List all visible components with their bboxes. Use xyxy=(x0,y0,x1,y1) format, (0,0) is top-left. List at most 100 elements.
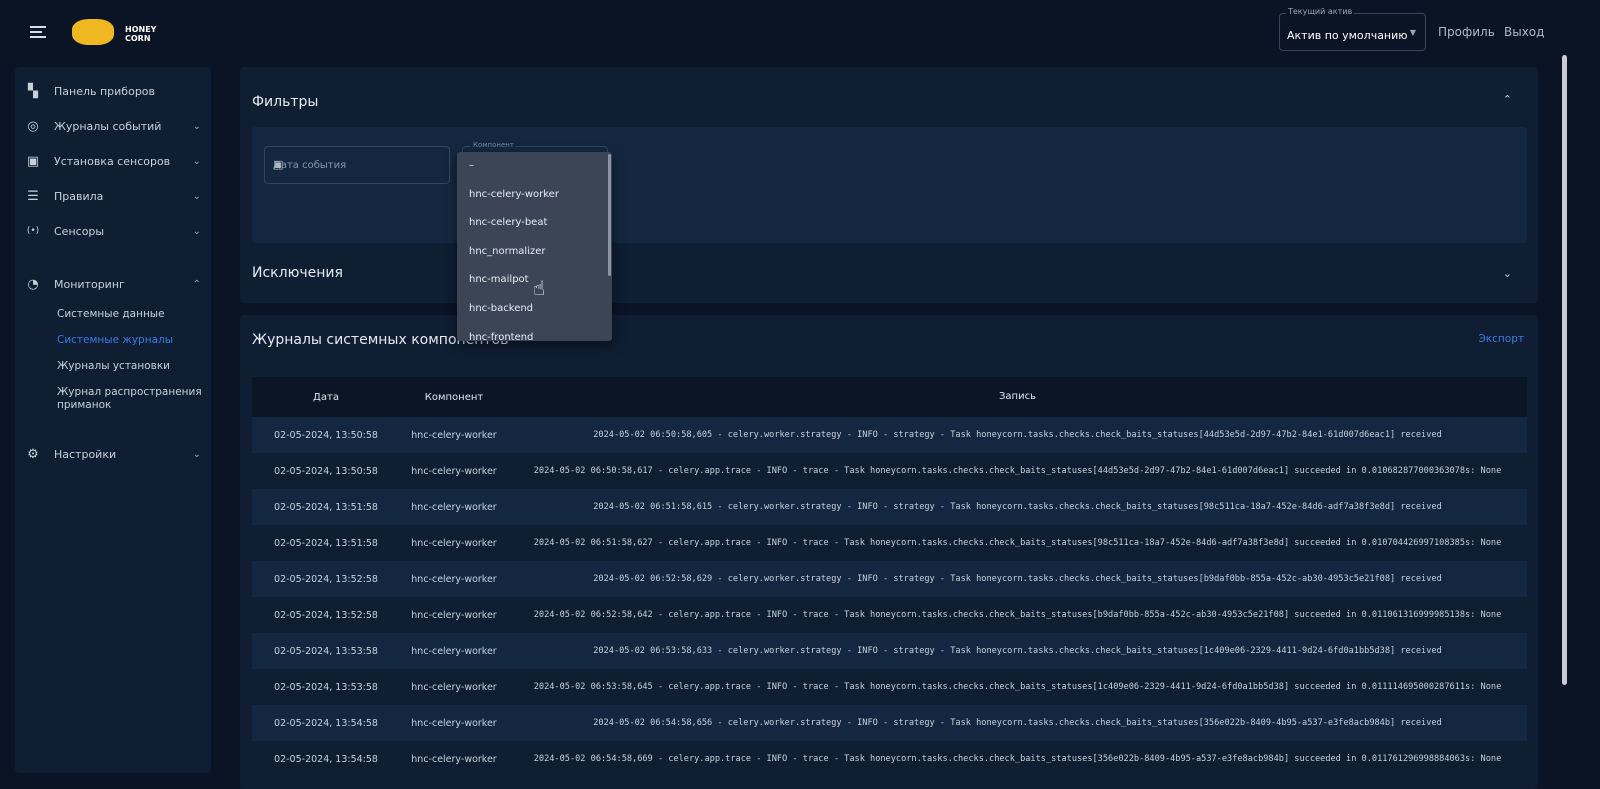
cell-component: hnc-celery-worker xyxy=(411,429,497,441)
page-scrollbar[interactable] xyxy=(1562,55,1567,685)
sidebar-sub-system-data[interactable]: Системные данные xyxy=(57,308,207,321)
chevron-down-icon: ⌄ xyxy=(192,155,201,167)
table-header: Дата Компонент Запись xyxy=(252,377,1527,417)
dropdown-option[interactable]: – xyxy=(457,152,612,181)
sidebar-item-monitoring[interactable]: ◔ Мониторинг ⌃ xyxy=(25,269,211,299)
logout-link[interactable]: Выход xyxy=(1504,25,1544,39)
column-date[interactable]: Дата xyxy=(252,392,400,403)
table-row: 02-05-2024, 13:51:58 hnc-celery-worker 202… xyxy=(252,525,1527,561)
cell-component: hnc-celery-worker xyxy=(411,537,497,549)
cell-component: hnc-celery-worker xyxy=(411,609,497,621)
dropdown-option[interactable]: hnc_normalizer xyxy=(457,238,612,267)
table-row: 02-05-2024, 13:51:58 hnc-celery-worker 202… xyxy=(252,489,1527,525)
sidebar-item-sensors[interactable]: (•) Сенсоры ⌄ xyxy=(25,216,211,246)
dropdown-scrollbar[interactable] xyxy=(608,154,611,276)
dropdown-option[interactable]: hnc-celery-beat xyxy=(457,209,612,238)
table-row: 02-05-2024, 13:50:58 hnc-celery-worker 202… xyxy=(252,453,1527,489)
chevron-down-icon[interactable]: ⌄ xyxy=(1503,267,1512,280)
cell-record: 2024-05-02 06:51:58,615 - celery.worker.… xyxy=(593,502,1442,512)
caret-down-icon: ▼ xyxy=(1409,28,1416,37)
cell-record: 2024-05-02 06:50:58,605 - celery.worker.… xyxy=(593,430,1442,440)
logs-table: Дата Компонент Запись 02-05-2024, 13:50:… xyxy=(252,377,1527,777)
component-select-label: Компонент xyxy=(471,141,516,149)
table-row: 02-05-2024, 13:52:58 hnc-celery-worker 202… xyxy=(252,597,1527,633)
chevron-down-icon: ⌄ xyxy=(192,448,201,460)
brand-line2: CORN xyxy=(125,34,151,43)
sidebar-item-label: Установка сенсоров xyxy=(54,154,171,168)
sidebar: ▚ Панель приборов ◎ Журналы событий ⌄ ▣ Уста… xyxy=(15,67,211,773)
logo xyxy=(72,19,114,45)
top-bar: HONEY CORN Текущий актив Актив по умолчан… xyxy=(0,0,1600,66)
cell-date: 02-05-2024, 13:54:58 xyxy=(274,717,378,729)
column-record[interactable]: Запись xyxy=(508,390,1527,404)
cell-component: hnc-celery-worker xyxy=(411,501,497,513)
toolbox-icon: ▣ xyxy=(26,153,40,169)
cell-component: hnc-celery-worker xyxy=(411,573,497,585)
cell-component: hnc-celery-worker xyxy=(411,645,497,657)
dropdown-option[interactable]: hnc-frontend xyxy=(457,324,612,341)
table-row: 02-05-2024, 13:54:58 hnc-celery-worker 202… xyxy=(252,741,1527,777)
sidebar-item-label: Журналы событий xyxy=(54,119,162,133)
calendar-icon[interactable]: ▣ xyxy=(273,158,437,171)
sidebar-item-label: Сенсоры xyxy=(54,224,105,238)
cell-component: hnc-celery-worker xyxy=(411,753,497,765)
table-body: 02-05-2024, 13:50:58 hnc-celery-worker 202… xyxy=(252,417,1527,777)
brand-name: HONEY CORN xyxy=(125,25,156,43)
cell-component: hnc-celery-worker xyxy=(411,681,497,693)
hand-cursor-icon: ☝ xyxy=(533,276,546,300)
chevron-down-icon: ⌄ xyxy=(192,225,201,237)
broadcast-icon: (•) xyxy=(26,226,40,236)
sidebar-item-settings[interactable]: ⚙ Настройки ⌄ xyxy=(25,439,211,469)
cell-record: 2024-05-02 06:54:58,656 - celery.worker.… xyxy=(593,718,1442,728)
list-icon: ☰ xyxy=(27,188,39,204)
sidebar-item-sensor-install[interactable]: ▣ Установка сенсоров ⌄ xyxy=(25,146,211,176)
dropdown-option[interactable]: hnc-celery-worker xyxy=(457,181,612,210)
table-row: 02-05-2024, 13:52:58 hnc-celery-worker 202… xyxy=(252,561,1527,597)
chevron-up-icon: ⌃ xyxy=(192,278,201,290)
sidebar-sub-bait-distribution-log[interactable]: Журнал распространения приманок xyxy=(57,386,207,412)
profile-link[interactable]: Профиль xyxy=(1438,25,1495,39)
cell-date: 02-05-2024, 13:53:58 xyxy=(274,681,378,693)
gear-icon: ⚙ xyxy=(27,446,39,462)
cell-record: 2024-05-02 06:51:58,627 - celery.app.tra… xyxy=(533,538,1502,548)
cell-component: hnc-celery-worker xyxy=(411,717,497,729)
cell-date: 02-05-2024, 13:51:58 xyxy=(274,501,378,513)
cell-date: 02-05-2024, 13:50:58 xyxy=(274,465,378,477)
column-component[interactable]: Компонент xyxy=(400,392,508,403)
event-date-input[interactable]: Дата события ▣ xyxy=(264,146,450,184)
sidebar-item-rules[interactable]: ☰ Правила ⌄ xyxy=(25,181,211,211)
menu-icon[interactable] xyxy=(30,26,46,38)
cell-date: 02-05-2024, 13:51:58 xyxy=(274,537,378,549)
sidebar-item-dashboard[interactable]: ▚ Панель приборов xyxy=(25,76,211,106)
filters-card: Фильтры ⌃ Дата события ▣ Компонент Исклю… xyxy=(240,67,1538,303)
cell-record: 2024-05-02 06:50:58,617 - celery.app.tra… xyxy=(533,466,1502,476)
component-dropdown: – hnc-celery-worker hnc-celery-beat hnc_nor… xyxy=(457,152,612,341)
cell-record: 2024-05-02 06:52:58,629 - celery.worker.… xyxy=(593,574,1442,584)
asset-select-label: Текущий актив xyxy=(1286,7,1355,16)
system-logs-card: Журналы системных компонентов Экспорт Да… xyxy=(240,315,1538,789)
sidebar-sub-system-logs[interactable]: Системные журналы xyxy=(57,334,207,347)
cell-date: 02-05-2024, 13:53:58 xyxy=(274,645,378,657)
cell-record: 2024-05-02 06:53:58,633 - celery.worker.… xyxy=(593,646,1442,656)
chevron-up-icon[interactable]: ⌃ xyxy=(1503,93,1512,106)
export-link[interactable]: Экспорт xyxy=(1478,333,1524,345)
filters-title: Фильтры xyxy=(252,94,319,110)
dashboard-icon: ▚ xyxy=(28,83,38,99)
sidebar-item-label: Настройки xyxy=(54,447,117,461)
asset-select[interactable]: Текущий актив Актив по умолчанию ▼ xyxy=(1279,7,1426,51)
sidebar-item-event-logs[interactable]: ◎ Журналы событий ⌄ xyxy=(25,111,211,141)
radar-icon: ◎ xyxy=(27,118,39,134)
cell-record: 2024-05-02 06:53:58,645 - celery.app.tra… xyxy=(533,682,1502,692)
brand-line1: HONEY xyxy=(125,25,157,34)
chevron-down-icon: ⌄ xyxy=(192,190,201,202)
cell-date: 02-05-2024, 13:52:58 xyxy=(274,609,378,621)
cell-component: hnc-celery-worker xyxy=(411,465,497,477)
cell-record: 2024-05-02 06:54:58,669 - celery.app.tra… xyxy=(533,754,1502,764)
cell-date: 02-05-2024, 13:54:58 xyxy=(274,753,378,765)
gauge-icon: ◔ xyxy=(27,276,39,292)
sidebar-item-label: Правила xyxy=(54,189,104,203)
sidebar-sub-install-logs[interactable]: Журналы установки xyxy=(57,360,207,373)
chevron-down-icon: ⌄ xyxy=(192,120,201,132)
asset-select-value: Актив по умолчанию xyxy=(1287,29,1408,42)
sidebar-item-label: Панель приборов xyxy=(54,84,156,98)
